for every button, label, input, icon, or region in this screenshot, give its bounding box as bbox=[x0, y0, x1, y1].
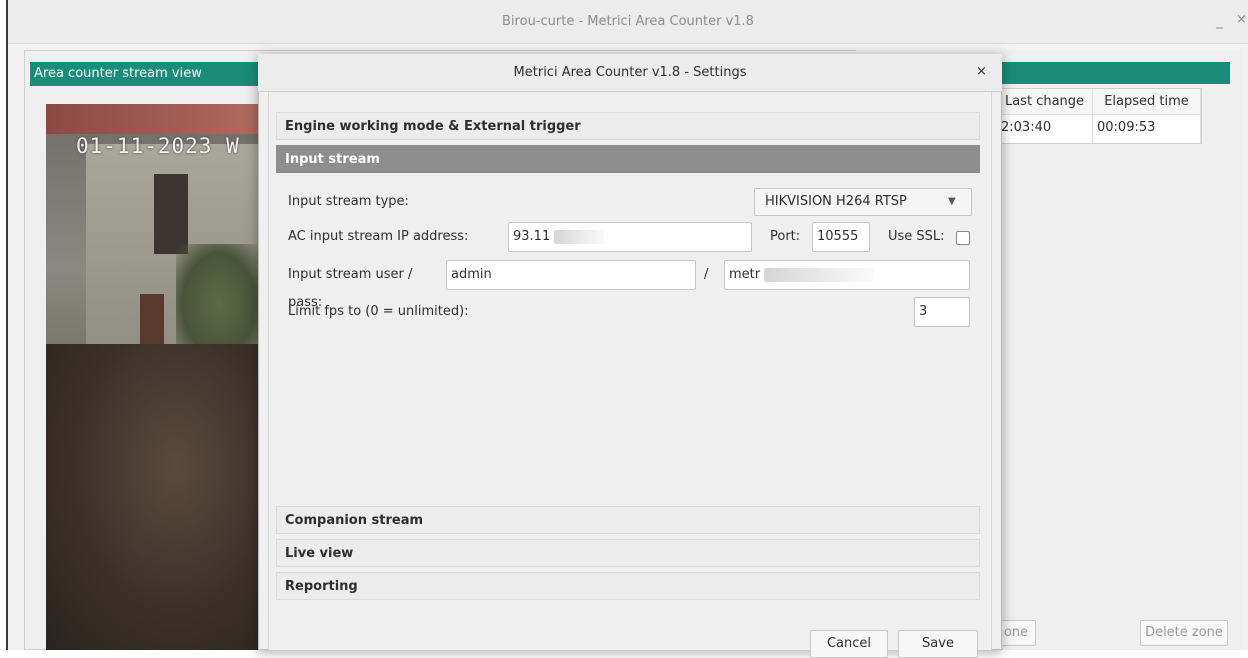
section-reporting[interactable]: Reporting bbox=[276, 572, 980, 600]
input-stream-type-select[interactable]: HIKVISION H264 RTSP bbox=[754, 188, 972, 216]
password-blur bbox=[764, 267, 875, 282]
delete-zone-button[interactable]: Delete zone bbox=[1140, 620, 1228, 646]
dialog-close-icon[interactable]: × bbox=[976, 64, 992, 80]
ip-address-blur bbox=[554, 229, 605, 244]
close-icon[interactable]: × bbox=[1236, 12, 1248, 28]
username-field[interactable]: admin bbox=[446, 260, 696, 290]
stream-view-header: Area counter stream view bbox=[30, 62, 262, 86]
ip-address-label: AC input stream IP address: bbox=[288, 229, 469, 244]
window-title: Birou-curte - Metrici Area Counter v1.8 bbox=[502, 14, 754, 29]
user-pass-label: Input stream user / pass: bbox=[288, 267, 413, 310]
window-titlebar: Birou-curte - Metrici Area Counter v1.8 … bbox=[8, 0, 1248, 44]
port-label: Port: bbox=[770, 229, 801, 244]
chevron-down-icon[interactable]: ▼ bbox=[948, 196, 960, 208]
port-field[interactable]: 10555 bbox=[812, 222, 870, 252]
use-ssl-label: Use SSL: bbox=[888, 229, 945, 244]
camera-roof bbox=[46, 104, 262, 134]
camera-bushes bbox=[46, 344, 262, 650]
table-cell-elapsed-time[interactable]: 00:09:53 bbox=[1093, 115, 1201, 143]
fps-limit-field[interactable]: 3 bbox=[914, 297, 970, 327]
fps-limit-label: Limit fps to (0 = unlimited): bbox=[288, 304, 469, 319]
column-header-last-change[interactable]: Last change bbox=[997, 89, 1093, 115]
use-ssl-checkbox[interactable] bbox=[956, 231, 970, 245]
section-companion-stream[interactable]: Companion stream bbox=[276, 506, 980, 534]
section-engine[interactable]: Engine working mode & External trigger bbox=[276, 112, 980, 140]
zones-table: Last change Elapsed time 2:03:40 00:09:5… bbox=[996, 88, 1202, 144]
user-pass-separator: / bbox=[704, 267, 709, 282]
minimize-icon[interactable]: _ bbox=[1216, 13, 1230, 29]
ip-address-value: 93.11 bbox=[513, 229, 551, 244]
password-value: metr bbox=[729, 267, 761, 282]
cancel-button[interactable]: Cancel bbox=[810, 630, 888, 658]
table-cell-last-change[interactable]: 2:03:40 bbox=[997, 115, 1093, 143]
column-header-elapsed-time[interactable]: Elapsed time bbox=[1093, 89, 1201, 115]
save-button[interactable]: Save bbox=[898, 630, 978, 658]
input-stream-type-label: Input stream type: bbox=[288, 194, 409, 209]
zones-header bbox=[996, 62, 1230, 84]
dialog-title: Metrici Area Counter v1.8 - Settings bbox=[258, 54, 1002, 92]
camera-window bbox=[154, 174, 188, 254]
section-live-view[interactable]: Live view bbox=[276, 539, 980, 567]
password-field[interactable]: metr bbox=[724, 260, 970, 290]
ip-address-field[interactable]: 93.11 bbox=[508, 222, 752, 252]
camera-stream-image: 01-11-2023 W bbox=[46, 104, 262, 650]
add-zone-button[interactable]: one bbox=[996, 620, 1036, 646]
section-input-stream[interactable]: Input stream bbox=[276, 145, 980, 173]
camera-timestamp: 01-11-2023 W bbox=[76, 134, 240, 158]
